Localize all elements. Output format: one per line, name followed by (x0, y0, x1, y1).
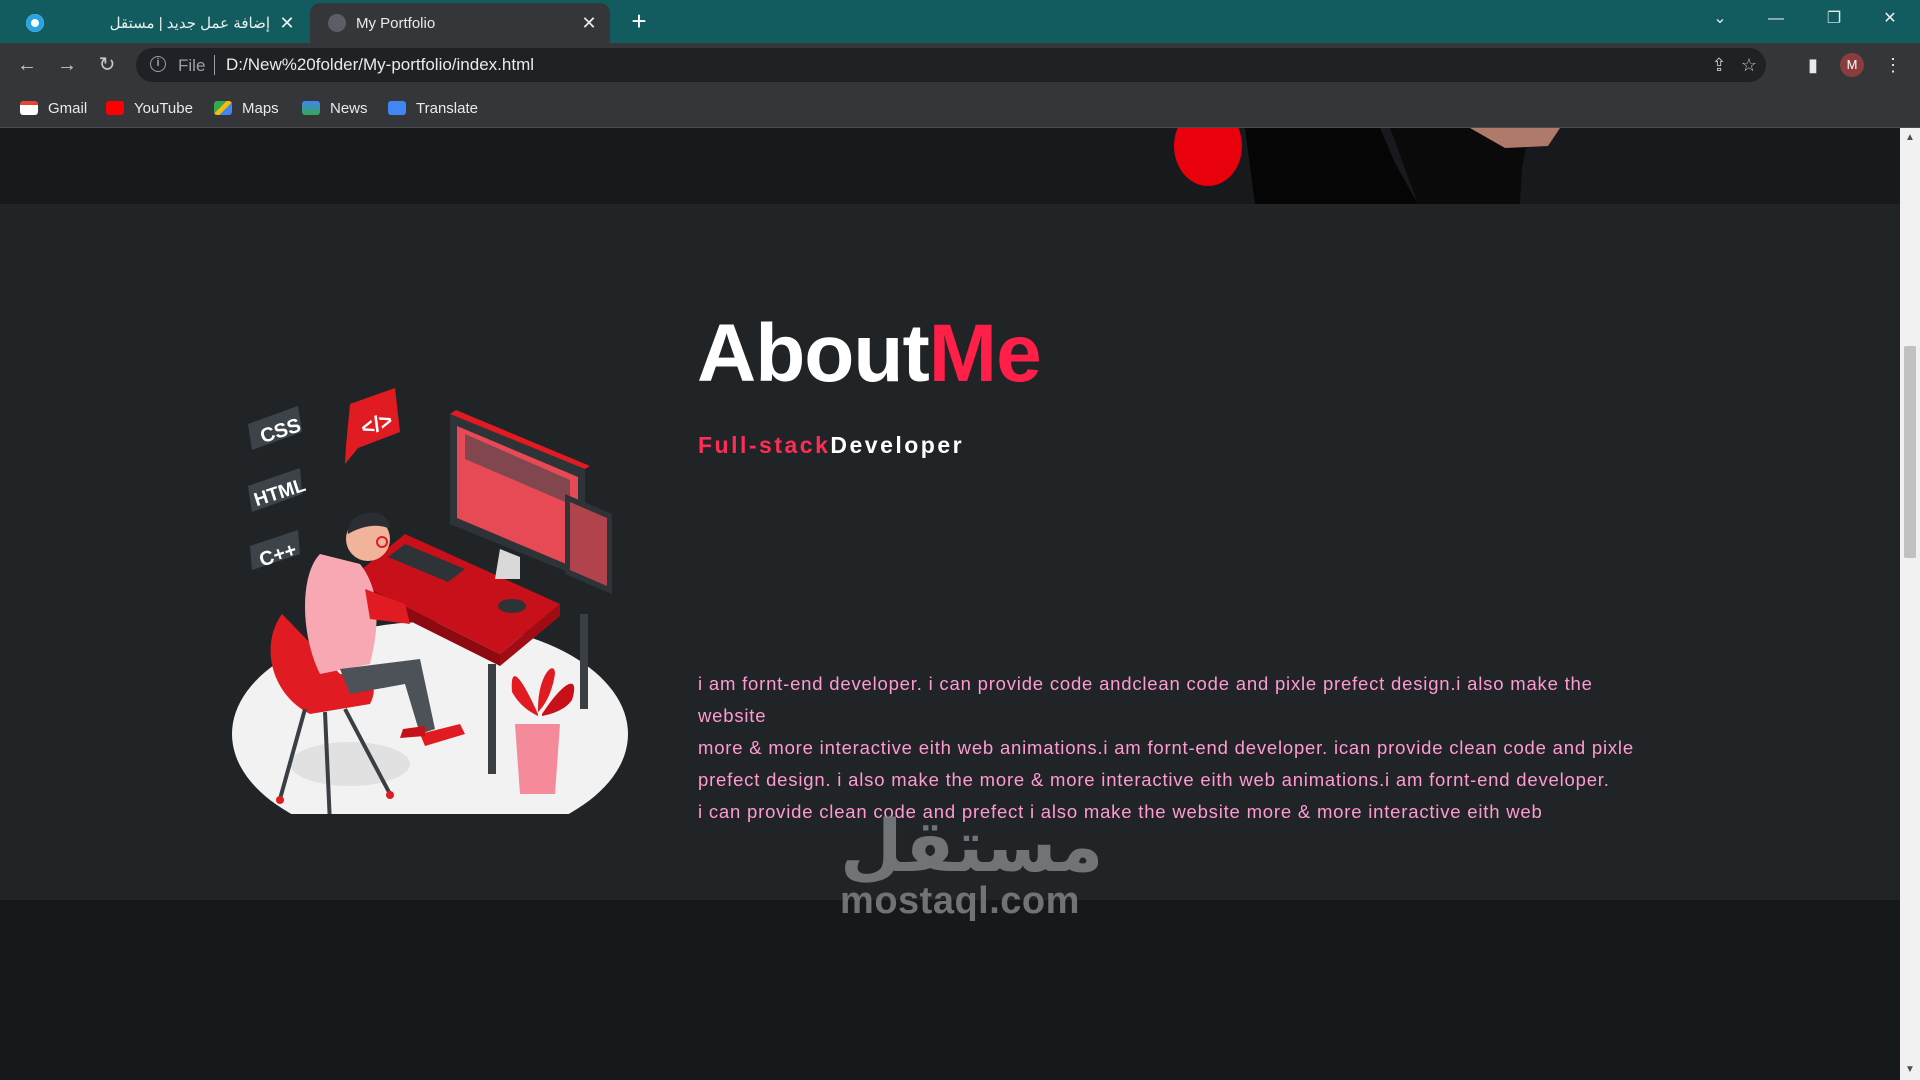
divider (214, 55, 215, 75)
tab-my-portfolio[interactable]: My Portfolio ✕ (310, 3, 610, 43)
about-title-highlight: Me (928, 308, 1042, 399)
bookmark-label: YouTube (134, 99, 193, 117)
site-info-icon[interactable]: i (150, 56, 166, 72)
watermark-arabic: مستقل (840, 804, 1104, 888)
mostaql-favicon-icon (26, 14, 44, 32)
page-scrollbar[interactable]: ▲ ▼ (1900, 128, 1920, 1080)
bookmark-youtube[interactable]: YouTube (106, 97, 193, 119)
translate-icon (388, 101, 406, 115)
tab-close-icon[interactable]: ✕ (274, 13, 300, 34)
next-section (0, 900, 1900, 1080)
tab-mostaql[interactable]: إضافة عمل جديد | مستقل ✕ (8, 3, 308, 43)
bookmark-news[interactable]: News (302, 97, 368, 119)
subtitle-main: Developer (830, 432, 965, 458)
bookmark-gmail[interactable]: Gmail (20, 97, 87, 119)
page-viewport: CSS HTML C++ </> AboutMe Full-stackDevel… (0, 128, 1900, 1080)
address-bar[interactable]: i File D:/New%20folder/My-portfolio/inde… (136, 48, 1766, 82)
url-scheme: File (178, 56, 206, 75)
css-badge: CSS (248, 406, 304, 450)
browser-toolbar: ← → ↻ i File D:/New%20folder/My-portfoli… (0, 43, 1920, 87)
bookmark-maps[interactable]: Maps (214, 97, 279, 119)
cpp-badge: C++ (250, 530, 300, 572)
bookmark-translate[interactable]: Translate (388, 97, 478, 119)
menu-icon[interactable]: ⋮ (1880, 52, 1906, 78)
maps-icon (214, 101, 232, 115)
watermark-latin: mostaql.com (840, 880, 1080, 922)
bookmarks-bar: Gmail YouTube Maps News Translate (0, 87, 1920, 128)
about-section: CSS HTML C++ </> AboutMe Full-stackDevel… (0, 204, 1900, 900)
gmail-icon (20, 101, 38, 115)
new-tab-button[interactable]: + (624, 6, 654, 36)
hero-section-bottom (0, 128, 1900, 204)
hero-person-image (1174, 128, 1560, 204)
paragraph-line: i am fornt-end developer. i can provide … (698, 673, 1593, 726)
tab-search-icon[interactable]: ⌄ (1692, 0, 1748, 38)
scroll-up-icon[interactable]: ▲ (1904, 132, 1916, 144)
portfolio-favicon-icon (328, 14, 346, 32)
developer-illustration: CSS HTML C++ </> (232, 388, 628, 814)
minimize-button[interactable]: — (1748, 0, 1804, 38)
code-tag-badge: </> (345, 388, 400, 464)
scroll-down-icon[interactable]: ▼ (1904, 1064, 1916, 1076)
bookmark-label: Translate (416, 99, 478, 117)
reload-button[interactable]: ↻ (92, 51, 122, 79)
subtitle-highlight: Full-stack (698, 432, 831, 458)
about-title: AboutMe (697, 307, 1042, 401)
news-icon (302, 101, 320, 115)
side-panel-icon[interactable]: ▮ (1800, 52, 1826, 78)
tab-title: My Portfolio (356, 14, 436, 32)
close-window-button[interactable]: ✕ (1862, 0, 1918, 38)
tab-title: إضافة عمل جديد | مستقل (109, 15, 270, 32)
youtube-icon (106, 101, 124, 115)
bookmark-label: Maps (242, 99, 279, 117)
html-badge: HTML (248, 468, 309, 512)
restore-button[interactable]: ❐ (1806, 0, 1862, 38)
bookmark-star-icon[interactable]: ☆ (1738, 54, 1760, 76)
bookmark-label: Gmail (48, 99, 88, 117)
url-text[interactable]: D:/New%20folder/My-portfolio/index.html (226, 55, 534, 75)
share-icon[interactable]: ⇪ (1708, 54, 1730, 76)
paragraph-line: more & more interactive eith web animati… (698, 737, 1634, 790)
about-subtitle: Full-stackDeveloper (698, 432, 964, 459)
scrollbar-thumb[interactable] (1904, 346, 1916, 558)
tab-bar: إضافة عمل جديد | مستقل ✕ My Portfolio ✕ … (0, 0, 1920, 43)
bookmark-label: News (330, 99, 368, 117)
profile-avatar[interactable]: M (1840, 53, 1864, 77)
mostaql-watermark: مستقل mostaql.com (840, 804, 1104, 922)
about-title-main: About (697, 308, 930, 399)
back-button[interactable]: ← (12, 51, 42, 79)
forward-button[interactable]: → (52, 51, 82, 79)
tab-close-icon[interactable]: ✕ (576, 13, 602, 34)
